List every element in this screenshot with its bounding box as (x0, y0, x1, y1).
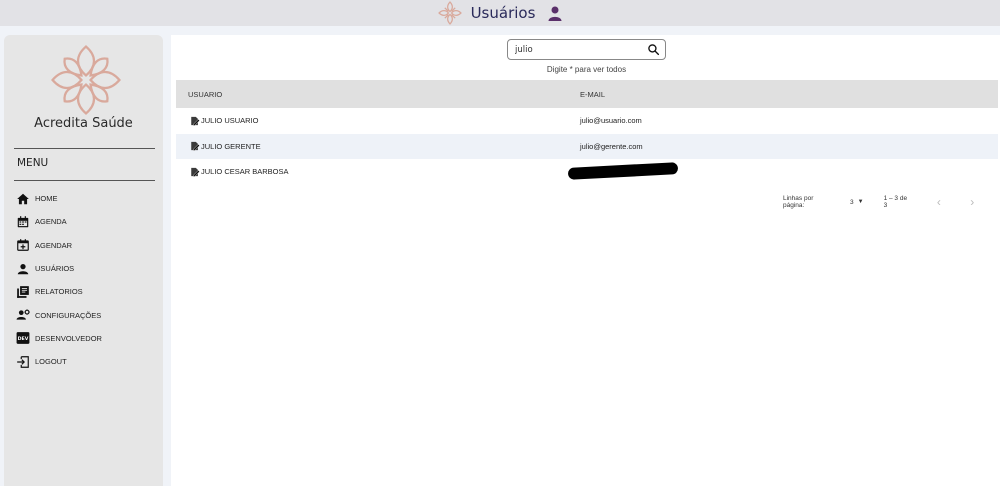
column-header-email[interactable]: E-MAIL (580, 80, 998, 108)
sidebar-item-label: USUÁRIOS (35, 264, 75, 274)
sidebar-item-configuracoes[interactable]: CONFIGURAÇÕES (16, 303, 156, 326)
sidebar-item-label: CONFIGURAÇÕES (35, 310, 102, 320)
sidebar-item-label: RELATORIOS (35, 287, 83, 297)
sidebar-item-label: HOME (35, 194, 58, 204)
svg-text:DEV: DEV (18, 336, 29, 342)
logout-icon (17, 355, 29, 368)
rows-per-page-select[interactable]: 3 ▼ (850, 199, 864, 206)
table-row[interactable]: JULIO USUARIO julio@usuario.com (176, 108, 998, 134)
search-box (507, 39, 666, 60)
calendar-add-icon (17, 239, 29, 252)
table-row[interactable]: JULIO GERENTE julio@gerente.com (176, 133, 998, 159)
calendar-icon (17, 216, 29, 228)
sidebar: Acredita Saúde MENU HOME AGENDA AGENDAR … (4, 35, 163, 486)
top-bar: Usuários (0, 0, 1000, 26)
pagination: Linhas por página: 3 ▼ 1 – 3 de 3 ‹ › (783, 195, 1000, 209)
sidebar-item-label: AGENDAR (35, 240, 73, 250)
edit-document-icon[interactable] (190, 167, 200, 177)
edit-document-icon[interactable] (190, 141, 200, 152)
divider (14, 180, 155, 181)
person-icon (17, 263, 29, 274)
user-name: JULIO GERENTE (201, 141, 261, 151)
user-email (567, 159, 998, 185)
edit-document-icon[interactable] (190, 116, 200, 126)
user-settings-icon (16, 309, 30, 320)
main-panel: Digite * para ver todos USUARIO E-MAIL J… (171, 35, 1000, 486)
user-email: julio@gerente.com (580, 141, 643, 151)
brand-name: Acredita Saúde (34, 116, 133, 131)
sidebar-item-label: AGENDA (35, 217, 67, 227)
sidebar-item-label: DESENVOLVEDOR (35, 333, 102, 343)
sidebar-item-usuarios[interactable]: USUÁRIOS (16, 257, 156, 280)
person-icon[interactable] (547, 5, 563, 21)
sidebar-item-agendar[interactable]: AGENDAR (16, 234, 156, 257)
sidebar-item-relatorios[interactable]: RELATORIOS (16, 280, 156, 303)
menu-title: MENU (17, 157, 49, 169)
rows-per-page-value: 3 (849, 198, 854, 206)
sidebar-item-label: LOGOUT (35, 357, 67, 367)
redaction-mark (567, 161, 679, 180)
search-icon[interactable] (647, 43, 660, 56)
sidebar-item-desenvolvedor[interactable]: DEV DESENVOLVEDOR (16, 327, 156, 350)
user-name: JULIO USUARIO (201, 116, 259, 126)
sidebar-item-logout[interactable]: LOGOUT (16, 350, 156, 373)
chevron-left-icon[interactable]: ‹ (933, 195, 944, 209)
table-row[interactable]: JULIO CESAR BARBOSA (176, 159, 998, 185)
users-table: USUARIO E-MAIL JULIO USUARIO julio@usuar… (176, 80, 998, 185)
home-icon (17, 193, 29, 204)
page-title: Usuários (470, 4, 536, 22)
caret-down-icon: ▼ (857, 199, 864, 205)
sidebar-nav: HOME AGENDA AGENDAR USUÁRIOS RELATORIOS … (16, 187, 156, 373)
column-header-usuario[interactable]: USUARIO (176, 80, 580, 108)
table-header-row: USUARIO E-MAIL (176, 80, 998, 108)
sidebar-item-agenda[interactable]: AGENDA (16, 210, 156, 233)
search-input[interactable] (515, 44, 645, 55)
sidebar-item-home[interactable]: HOME (16, 187, 156, 210)
user-email: julio@usuario.com (580, 116, 642, 126)
chevron-right-icon[interactable]: › (967, 195, 978, 209)
cross-flower-logo-icon (437, 1, 462, 25)
user-name: JULIO CESAR BARBOSA (201, 167, 289, 177)
divider (14, 148, 155, 149)
reports-icon (17, 285, 29, 298)
rows-per-page-label: Linhas por página: (783, 195, 814, 209)
pagination-range: 1 – 3 de 3 (883, 195, 908, 209)
search-hint: Digite * para ver todos (546, 65, 627, 74)
cross-flower-logo-icon (51, 45, 121, 115)
dev-icon: DEV (16, 332, 30, 345)
